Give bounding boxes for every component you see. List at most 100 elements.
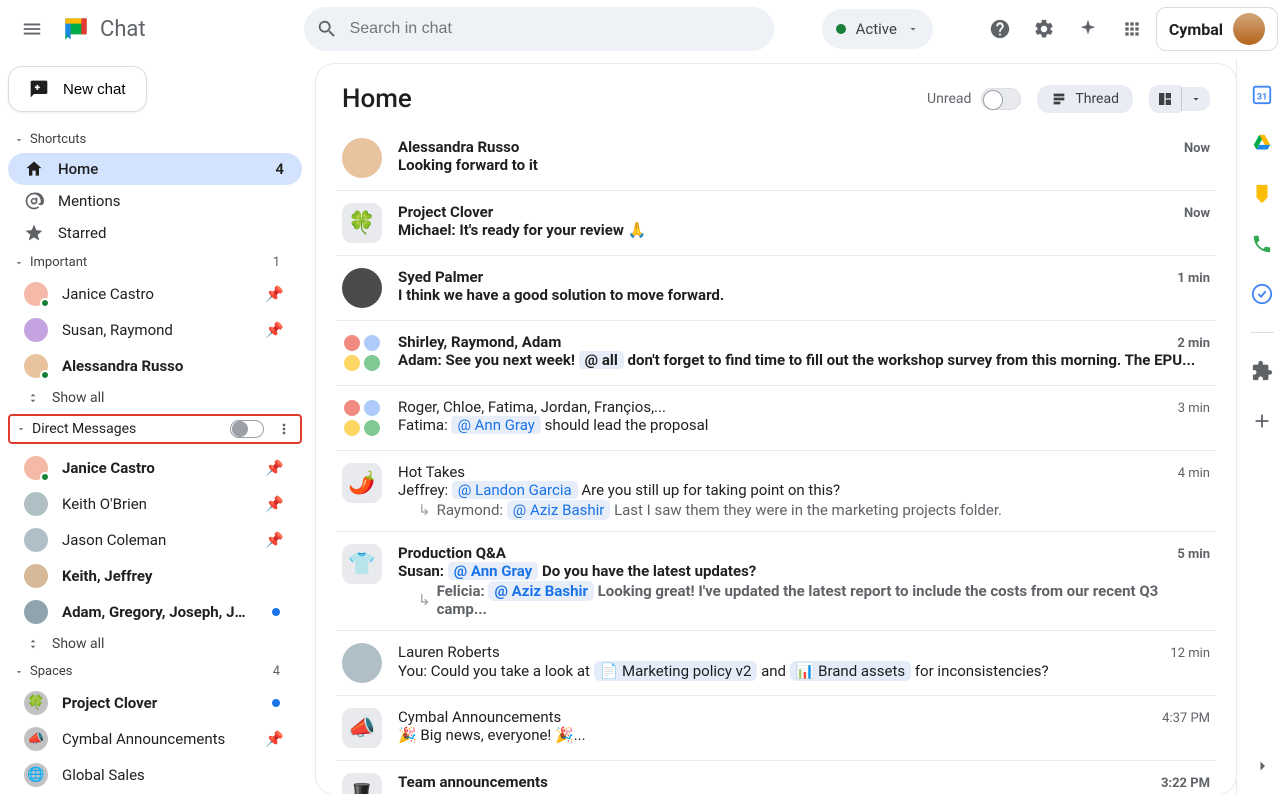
sidebar-item-janice[interactable]: Janice Castro📌 (8, 276, 302, 312)
conversation-time: 4 min (1166, 466, 1210, 481)
search-input[interactable] (350, 20, 762, 38)
conversation-time: 3:22 PM (1149, 776, 1210, 791)
search-bar[interactable] (304, 7, 774, 51)
sidebar-item-starred[interactable]: Starred (8, 217, 302, 249)
conversation-time: 1 min (1165, 271, 1210, 286)
settings-icon[interactable] (1024, 9, 1064, 49)
caret-down-icon (14, 667, 24, 677)
conversation-row[interactable]: 🍀Project CloverNowMichael: It's ready fo… (336, 191, 1216, 256)
new-chat-icon (29, 79, 49, 99)
conversation-row[interactable]: Alessandra RussoNowLooking forward to it (336, 126, 1216, 191)
new-chat-button[interactable]: New chat (8, 66, 147, 112)
sidebar-dm-janice[interactable]: Janice Castro📌 (8, 450, 302, 486)
main-content: Home Unread Thread Alessand (316, 64, 1236, 794)
chat-logo-icon (60, 13, 92, 45)
svg-text:31: 31 (1256, 93, 1267, 103)
conversation-time: 3 min (1166, 401, 1210, 416)
search-icon (316, 18, 338, 40)
thread-button[interactable]: Thread (1037, 85, 1133, 113)
sidebar-dm-adam-group[interactable]: Adam, Gregory, Joseph, Jani... (8, 594, 302, 630)
sidebar-item-susan-raymond[interactable]: Susan, Raymond📌 (8, 312, 302, 348)
section-spaces[interactable]: Spaces 4 (8, 658, 302, 685)
conversation-title: Project Clover (398, 203, 493, 221)
conversation-preview: Looking forward to it (398, 156, 1210, 174)
more-vert-icon[interactable] (276, 421, 292, 437)
thread-icon (1051, 91, 1067, 107)
sidebar-space-announcements[interactable]: 📣Cymbal Announcements📌 (8, 721, 302, 757)
sparkle-icon[interactable] (1068, 9, 1108, 49)
org-name: Cymbal (1169, 20, 1223, 39)
extension-icon[interactable] (1250, 359, 1274, 383)
unread-filter[interactable]: Unread (927, 88, 1021, 110)
conversation-row[interactable]: 🌶️Hot Takes4 minJeffrey: @ Landon Garcia… (336, 451, 1216, 532)
section-direct-messages[interactable]: Direct Messages (8, 414, 302, 444)
conversation-title: Cymbal Announcements (398, 708, 561, 726)
mention-icon (24, 191, 44, 211)
calendar-icon[interactable]: 31 (1250, 82, 1274, 106)
conversation-preview: I think we have a good solution to move … (398, 286, 1210, 304)
pin-icon: 📌 (265, 730, 290, 748)
conversation-row[interactable]: 👕Production Q&A5 minSusan: @ Ann Gray Do… (336, 532, 1216, 631)
view-switcher[interactable] (1149, 85, 1210, 113)
section-shortcuts[interactable]: Shortcuts (8, 126, 302, 153)
status-label: Active (856, 20, 897, 38)
conversation-row[interactable]: Syed Palmer1 minI think we have a good s… (336, 256, 1216, 321)
unread-toggle-switch[interactable] (981, 88, 1021, 110)
section-important[interactable]: Important 1 (8, 249, 302, 276)
conversation-avatar (342, 138, 382, 178)
clover-icon: 🍀 (24, 691, 48, 715)
conversation-avatar (342, 268, 382, 308)
help-icon[interactable] (980, 9, 1020, 49)
conversation-row[interactable]: 🎩Team announcements3:22 PMLarry: We're h… (336, 761, 1216, 794)
conversation-row[interactable]: Shirley, Raymond, Adam2 minAdam: See you… (336, 321, 1216, 386)
sidebar-dm-keith-obrien[interactable]: Keith O'Brien📌 (8, 486, 302, 522)
layout-icon (1149, 85, 1181, 113)
sidebar-space-global-sales[interactable]: 🌐Global Sales (8, 757, 302, 793)
top-bar: Chat Active Cymbal (0, 0, 1286, 58)
apps-grid-icon[interactable] (1112, 9, 1152, 49)
sidebar-space-clover[interactable]: 🍀Project Clover (8, 685, 302, 721)
dm-toggle[interactable] (230, 420, 264, 438)
sidebar-item-mentions[interactable]: Mentions (8, 185, 302, 217)
drive-icon[interactable] (1250, 132, 1274, 156)
main-menu-icon[interactable] (12, 9, 52, 49)
home-icon (24, 159, 44, 179)
keep-icon[interactable] (1250, 182, 1274, 206)
conversation-time: 2 min (1165, 336, 1210, 351)
show-all-dm[interactable]: Show all (8, 630, 302, 658)
conversation-preview: You: Could you take a look at 📄 Marketin… (398, 661, 1210, 681)
conversation-time: Now (1172, 206, 1210, 221)
conversation-avatar: 🌶️ (342, 463, 382, 503)
status-selector[interactable]: Active (822, 9, 933, 49)
conversation-row[interactable]: Roger, Chloe, Fatima, Jordan, Françios,.… (336, 386, 1216, 451)
phone-icon[interactable] (1250, 232, 1274, 256)
right-side-panel: 31 (1236, 58, 1286, 794)
chevron-down-icon (907, 23, 919, 35)
caret-down-icon (14, 135, 24, 145)
conversation-avatar: 📣 (342, 708, 382, 748)
add-panel-icon[interactable] (1250, 409, 1274, 433)
org-account-chip[interactable]: Cymbal (1156, 7, 1278, 51)
conversation-preview: Adam: See you next week! @ all don't for… (398, 351, 1210, 369)
conversation-title: Hot Takes (398, 463, 465, 481)
tasks-icon[interactable] (1250, 282, 1274, 306)
conversation-thread-reply: ↳ Felicia: @ Aziz Bashir Looking great! … (398, 582, 1210, 618)
conversation-avatar (342, 643, 382, 683)
conversation-row[interactable]: Lauren Roberts12 minYou: Could you take … (336, 631, 1216, 696)
show-all-important[interactable]: Show all (8, 384, 302, 412)
conversation-row[interactable]: 📣Cymbal Announcements4:37 PM🎉 Big news, … (336, 696, 1216, 761)
pin-icon: 📌 (265, 495, 290, 513)
app-logo[interactable]: Chat (60, 13, 146, 45)
conversation-thread-reply: ↳ Raymond: @ Aziz Bashir Last I saw them… (398, 501, 1210, 519)
pin-icon: 📌 (265, 285, 290, 303)
collapse-panel-icon[interactable] (1250, 754, 1274, 778)
sidebar-item-alessandra[interactable]: Alessandra Russo (8, 348, 302, 384)
caret-down-icon (16, 424, 26, 434)
sidebar-dm-jason[interactable]: Jason Coleman📌 (8, 522, 302, 558)
expand-icon (26, 637, 40, 651)
page-title: Home (342, 84, 412, 114)
megaphone-icon: 📣 (24, 727, 48, 751)
sidebar-dm-keith-jeffrey[interactable]: Keith, Jeffrey (8, 558, 302, 594)
sidebar-item-home[interactable]: Home 4 (8, 153, 302, 185)
conversation-title: Lauren Roberts (398, 643, 500, 661)
